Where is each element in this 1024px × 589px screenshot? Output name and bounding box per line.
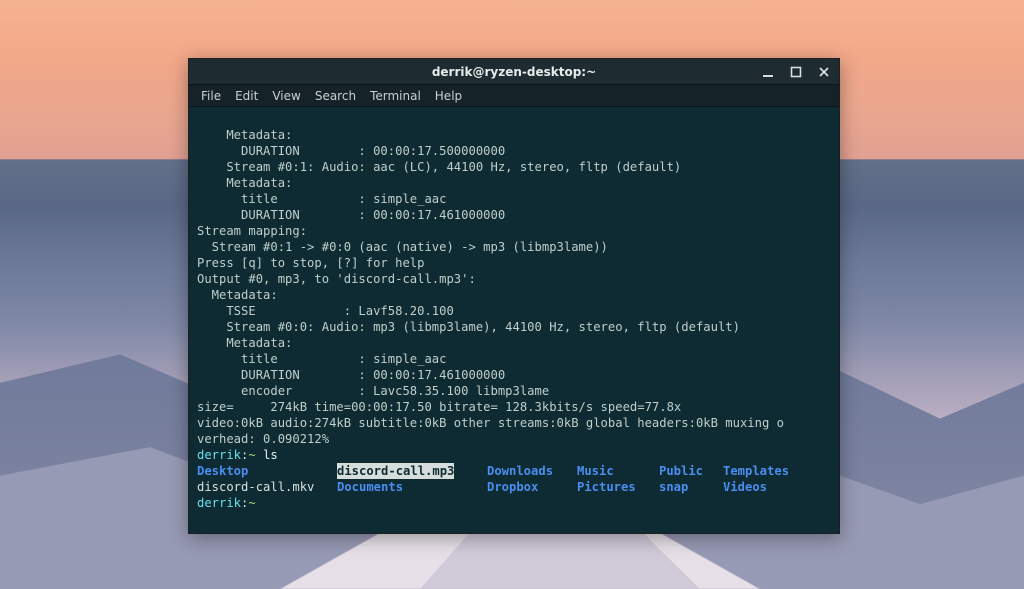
window-buttons [757, 59, 835, 85]
output-line: Stream #0:0: Audio: mp3 (libmp3lame), 44… [197, 320, 740, 334]
terminal-window: derrik@ryzen-desktop:~ File Edit View Se… [188, 58, 840, 534]
output-line: DURATION : 00:00:17.461000000 [197, 368, 505, 382]
menu-search[interactable]: Search [309, 87, 362, 105]
output-line: title : simple_aac [197, 352, 446, 366]
minimize-icon [762, 66, 774, 78]
titlebar[interactable]: derrik@ryzen-desktop:~ [189, 59, 839, 85]
ls-item: Dropbox [487, 479, 577, 495]
output-line: TSSE : Lavf58.20.100 [197, 304, 454, 318]
menu-view[interactable]: View [266, 87, 306, 105]
prompt-path: ~ [248, 448, 255, 462]
ls-item: Templates [723, 463, 813, 479]
output-line: Stream #0:1: Audio: aac (LC), 44100 Hz, … [197, 160, 681, 174]
output-line: Stream mapping: [197, 224, 307, 238]
prompt-user: derrik [197, 496, 241, 510]
output-line: DURATION : 00:00:17.461000000 [197, 208, 505, 222]
desktop-wallpaper: derrik@ryzen-desktop:~ File Edit View Se… [0, 0, 1024, 589]
output-line: Metadata: [197, 128, 292, 142]
output-line: verhead: 0.090212% [197, 432, 329, 446]
maximize-button[interactable] [785, 63, 807, 81]
prompt-cmd: ls [263, 448, 278, 462]
output-line: DURATION : 00:00:17.500000000 [197, 144, 505, 158]
close-icon [818, 66, 830, 78]
menu-file[interactable]: File [195, 87, 227, 105]
output-line: size= 274kB time=00:00:17.50 bitrate= 12… [197, 400, 711, 414]
ls-row: discord-call.mkvDocumentsDropboxPictures… [197, 479, 831, 495]
close-button[interactable] [813, 63, 835, 81]
ls-item: Documents [337, 479, 487, 495]
output-line: Stream #0:1 -> #0:0 (aac (native) -> mp3… [197, 240, 608, 254]
output-line: Press [q] to stop, [?] for help [197, 256, 424, 270]
output-line: title : simple_aac [197, 192, 446, 206]
window-title: derrik@ryzen-desktop:~ [432, 65, 596, 79]
prompt-line: derrik:~ ls [197, 448, 278, 462]
output-line: Output #0, mp3, to 'discord-call.mp3': [197, 272, 476, 286]
ls-item: Videos [723, 479, 813, 495]
prompt-user: derrik [197, 448, 241, 462]
prompt-path: ~ [248, 496, 255, 510]
output-line: video:0kB audio:274kB subtitle:0kB other… [197, 416, 784, 430]
terminal-body[interactable]: Metadata: DURATION : 00:00:17.500000000 … [189, 107, 839, 533]
output-line: Metadata: [197, 336, 292, 350]
ls-item: discord-call.mp3 [337, 463, 487, 479]
minimize-button[interactable] [757, 63, 779, 81]
prompt-line: derrik:~ [197, 496, 263, 510]
ls-item: Public [659, 463, 723, 479]
maximize-icon [790, 66, 802, 78]
menu-edit[interactable]: Edit [229, 87, 264, 105]
output-line: Metadata: [197, 176, 292, 190]
ls-item: Pictures [577, 479, 659, 495]
menu-help[interactable]: Help [429, 87, 468, 105]
output-line: encoder : Lavc58.35.100 libmp3lame [197, 384, 549, 398]
ls-item: discord-call.mkv [197, 479, 337, 495]
ls-item: Downloads [487, 463, 577, 479]
menu-terminal[interactable]: Terminal [364, 87, 427, 105]
ls-row: Desktopdiscord-call.mp3 DownloadsMusicPub… [197, 463, 831, 479]
ls-item: Music [577, 463, 659, 479]
ls-item: Desktop [197, 463, 337, 479]
menubar: File Edit View Search Terminal Help [189, 85, 839, 107]
output-line: Metadata: [197, 288, 278, 302]
ls-item: snap [659, 479, 723, 495]
ls-highlighted-file: discord-call.mp3 [337, 463, 454, 479]
